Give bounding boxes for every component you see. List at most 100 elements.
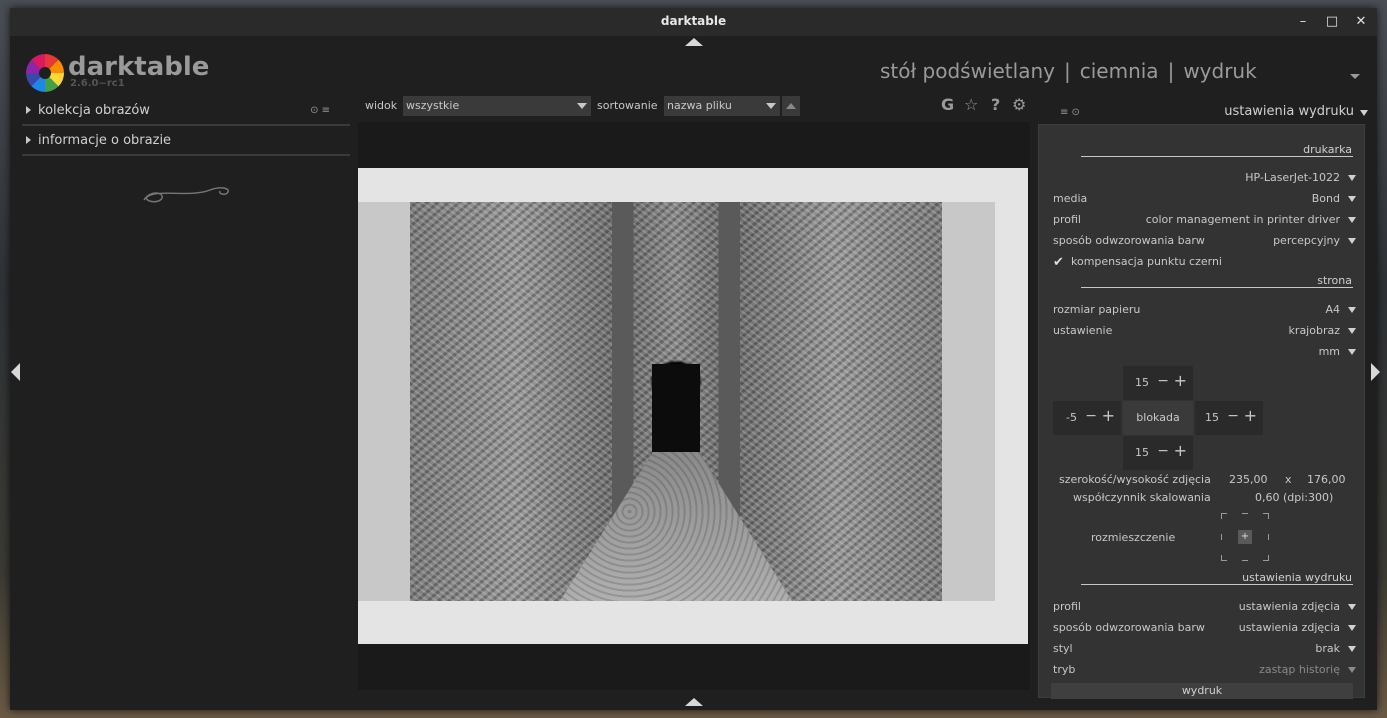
minus-icon[interactable]: − bbox=[1227, 408, 1239, 424]
align-left-icon[interactable] bbox=[1221, 534, 1227, 540]
expand-triangle-icon bbox=[26, 136, 31, 144]
print-button[interactable]: wydruk bbox=[1051, 683, 1353, 699]
align-bottom-left-icon[interactable] bbox=[1221, 555, 1227, 561]
collapse-right-arrow-icon[interactable] bbox=[1371, 363, 1380, 381]
module-image-info-label: informacje o obrazie bbox=[38, 133, 172, 148]
unit-select[interactable]: mm bbox=[1319, 345, 1340, 358]
scale-factor-value: 0,60 (dpi:300) bbox=[1255, 491, 1334, 504]
grouping-icon[interactable]: G bbox=[941, 95, 954, 114]
photo-floor-texture bbox=[560, 452, 792, 601]
view-darkroom[interactable]: ciemnia bbox=[1080, 59, 1159, 83]
paper-size-select[interactable]: A4 bbox=[1325, 303, 1340, 316]
view-filter-value: wszystkie bbox=[406, 99, 460, 112]
chevron-down-icon[interactable] bbox=[1350, 74, 1360, 79]
dropdown-caret-icon bbox=[1348, 217, 1356, 223]
dropdown-caret-icon bbox=[1348, 349, 1356, 355]
sort-ascending-icon bbox=[786, 103, 796, 109]
mode-select[interactable]: zastąp historię bbox=[1259, 663, 1340, 676]
view-lighttable[interactable]: stół podświetlany bbox=[880, 59, 1055, 83]
align-bottom-icon[interactable] bbox=[1242, 555, 1248, 561]
sort-label: sortowanie bbox=[597, 99, 658, 112]
image-width-value: 235,00 bbox=[1229, 473, 1268, 486]
printer-profile-select[interactable]: color management in printer driver bbox=[1146, 213, 1340, 226]
margin-left-value[interactable]: -5 bbox=[1066, 411, 1077, 424]
collapse-left-arrow-icon[interactable] bbox=[11, 363, 20, 381]
image-size-label: szerokość/wysokość zdjęcia bbox=[1059, 473, 1211, 486]
view-filter-select[interactable]: wszystkie bbox=[403, 96, 591, 116]
black-point-compensation-label[interactable]: kompensacja punktu czerni bbox=[1071, 255, 1222, 268]
printer-intent-label: sposób odwzorowania barw bbox=[1053, 234, 1205, 247]
maximize-button[interactable]: □ bbox=[1323, 13, 1341, 31]
section-divider bbox=[1081, 156, 1353, 157]
align-top-icon[interactable] bbox=[1242, 513, 1248, 519]
photo-preview[interactable] bbox=[410, 202, 942, 601]
print-preview-area bbox=[358, 122, 1030, 690]
module-image-info[interactable]: informacje o obrazie bbox=[22, 128, 350, 156]
dropdown-caret-icon bbox=[1348, 328, 1356, 334]
printer-select[interactable]: HP-LaserJet-1022 bbox=[1245, 171, 1340, 184]
view-separator: | bbox=[1167, 59, 1175, 83]
style-select[interactable]: brak bbox=[1315, 642, 1340, 655]
module-collection-icons[interactable]: ⊙ ≡ bbox=[310, 105, 330, 116]
margin-left-stepper[interactable]: -5 − + bbox=[1053, 401, 1121, 435]
minus-icon[interactable]: − bbox=[1157, 443, 1169, 459]
dropdown-caret-icon bbox=[1348, 667, 1356, 673]
margin-top-value[interactable]: 15 bbox=[1135, 376, 1149, 389]
align-right-icon[interactable] bbox=[1263, 534, 1269, 540]
printer-intent-select[interactable]: percepcyjny bbox=[1273, 234, 1340, 247]
plus-icon[interactable]: + bbox=[1174, 441, 1187, 460]
margin-right-value[interactable]: 15 bbox=[1205, 411, 1219, 424]
panel-end-swirl-icon bbox=[143, 187, 229, 203]
sort-select[interactable]: nazwa pliku bbox=[664, 96, 780, 116]
minus-icon[interactable]: − bbox=[1085, 408, 1097, 424]
media-select[interactable]: Bond bbox=[1312, 192, 1340, 205]
star-icon[interactable]: ☆ bbox=[964, 95, 978, 114]
sort-value: nazwa pliku bbox=[667, 99, 732, 112]
margin-top-stepper[interactable]: 15 − + bbox=[1123, 366, 1193, 400]
minus-icon[interactable]: − bbox=[1157, 373, 1169, 389]
align-top-right-icon[interactable] bbox=[1263, 513, 1269, 519]
orientation-label: ustawienie bbox=[1053, 324, 1113, 337]
style-label: styl bbox=[1053, 642, 1073, 655]
orientation-select[interactable]: krajobraz bbox=[1289, 324, 1340, 337]
right-panel-header[interactable]: ≡ ⊙ ustawienia wydruku bbox=[1040, 100, 1370, 124]
margin-bottom-stepper[interactable]: 15 − + bbox=[1123, 436, 1193, 470]
collapse-bottom-arrow-icon[interactable] bbox=[685, 698, 703, 706]
plus-icon[interactable]: + bbox=[1174, 371, 1187, 390]
dropdown-caret-icon bbox=[577, 103, 587, 109]
align-center-icon[interactable]: + bbox=[1238, 530, 1252, 544]
module-header-icons[interactable]: ≡ ⊙ bbox=[1060, 107, 1080, 118]
image-height-value: 176,00 bbox=[1307, 473, 1346, 486]
margin-bottom-value[interactable]: 15 bbox=[1135, 446, 1149, 459]
dropdown-caret-icon bbox=[1348, 646, 1356, 652]
dropdown-caret-icon bbox=[1348, 238, 1356, 244]
section-divider bbox=[1081, 287, 1353, 288]
minimize-button[interactable]: – bbox=[1294, 13, 1312, 31]
checkbox-check-icon[interactable]: ✔ bbox=[1053, 255, 1064, 270]
plus-icon[interactable]: + bbox=[1244, 406, 1257, 425]
align-top-left-icon[interactable] bbox=[1221, 513, 1227, 519]
margin-lock-button[interactable]: blokada bbox=[1123, 401, 1193, 435]
align-bottom-right-icon[interactable] bbox=[1263, 555, 1269, 561]
module-collection[interactable]: kolekcja obrazów ⊙ ≡ bbox=[22, 98, 350, 126]
gear-icon[interactable]: ⚙ bbox=[1012, 95, 1026, 114]
close-button[interactable]: ✕ bbox=[1352, 13, 1370, 31]
section-printer: drukarka bbox=[1303, 143, 1352, 156]
section-page: strona bbox=[1317, 274, 1352, 287]
print-settings-title: ustawienia wydruku bbox=[1224, 104, 1354, 119]
export-intent-select[interactable]: ustawienia zdjęcia bbox=[1239, 621, 1340, 634]
plus-icon[interactable]: + bbox=[1102, 406, 1115, 425]
export-profile-select[interactable]: ustawienia zdjęcia bbox=[1239, 600, 1340, 613]
help-icon[interactable]: ? bbox=[991, 95, 1000, 114]
margin-right-stepper[interactable]: 15 − + bbox=[1195, 401, 1263, 435]
view-print[interactable]: wydruk bbox=[1183, 59, 1256, 83]
collapse-top-arrow-icon[interactable] bbox=[685, 38, 703, 46]
logo-aperture-icon bbox=[39, 67, 51, 79]
alignment-grid[interactable]: + bbox=[1221, 513, 1269, 561]
window-title: darktable bbox=[660, 14, 727, 28]
dropdown-caret-icon bbox=[1348, 196, 1356, 202]
expand-triangle-icon bbox=[26, 106, 31, 114]
paper-sheet bbox=[358, 168, 1028, 644]
dropdown-caret-icon bbox=[1348, 175, 1356, 181]
media-label: media bbox=[1053, 192, 1088, 205]
